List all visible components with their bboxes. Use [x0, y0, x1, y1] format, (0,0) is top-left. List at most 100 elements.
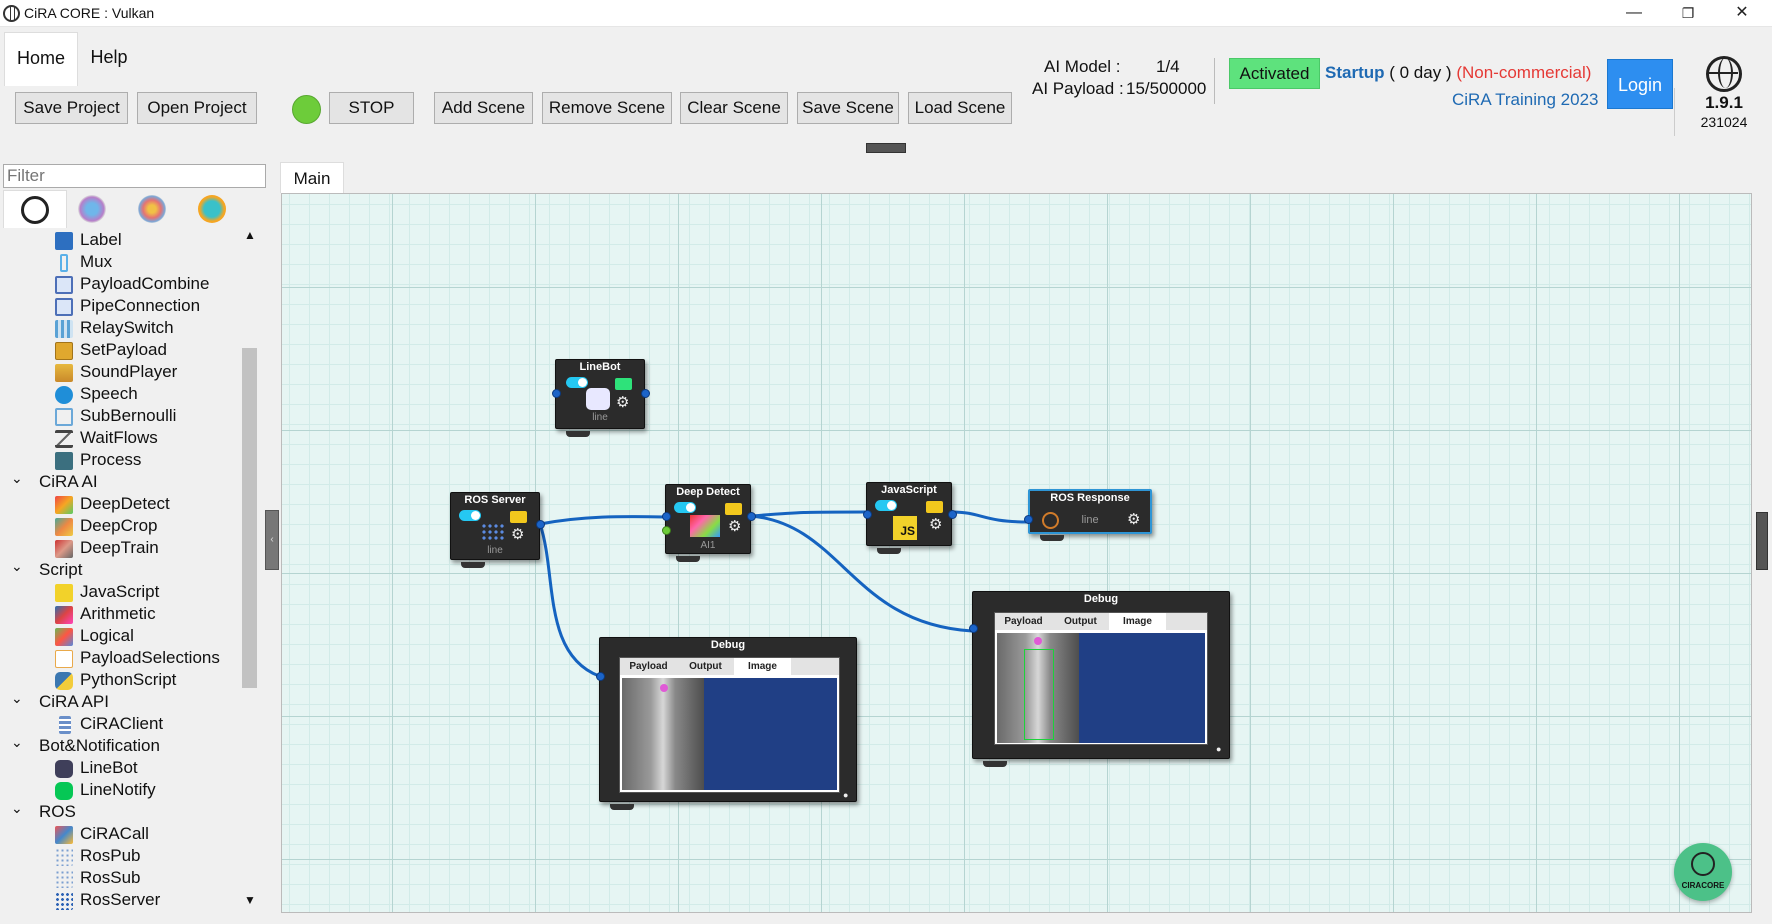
status-divider — [1214, 58, 1215, 104]
node-toggle[interactable] — [674, 502, 696, 513]
title-bar: CiRA CORE : Vulkan — ❐ ✕ — [0, 0, 1772, 27]
input-port[interactable] — [863, 510, 872, 519]
wire-javascript-rosresponse — [951, 510, 1029, 524]
cira-globe-icon — [3, 5, 20, 22]
scrollbar-thumb[interactable] — [242, 348, 257, 688]
toolbar-splitter-handle[interactable] — [866, 143, 906, 153]
node-toggle[interactable] — [875, 500, 897, 511]
run-status-indicator — [292, 95, 321, 124]
output-port[interactable] — [536, 520, 545, 529]
output-port[interactable] — [948, 510, 957, 519]
status-flag — [510, 511, 527, 523]
scroll-down-icon[interactable]: ▼ — [244, 893, 256, 907]
settings-gear-icon[interactable]: ⚙ — [1127, 512, 1140, 527]
resize-handle[interactable]: ● — [1216, 742, 1221, 757]
right-panel-handle[interactable] — [1756, 512, 1768, 570]
stop-button[interactable]: STOP — [329, 92, 414, 124]
category-tab-core[interactable] — [3, 190, 67, 228]
window-title: CiRA CORE : Vulkan — [24, 5, 155, 21]
settings-gear-icon[interactable]: ⚙ — [616, 395, 629, 410]
login-button[interactable]: Login — [1607, 59, 1673, 109]
tab-main[interactable]: Main — [280, 162, 344, 193]
debug-tab-image[interactable]: Image — [734, 658, 791, 675]
tree-scrollbar[interactable]: ▲ ▼ — [240, 228, 260, 911]
ciracore-fab-button[interactable]: CIRACORE — [1674, 843, 1732, 901]
node-deep-detect[interactable]: Deep Detect ⚙ AI1 — [662, 484, 756, 562]
debug-tab-output[interactable]: Output — [677, 658, 734, 675]
js-icon: JS — [893, 516, 917, 540]
ai-model-value: 1/4 — [1156, 57, 1180, 76]
terminal-icon — [55, 452, 73, 470]
ai-model-label: AI Model : — [1044, 57, 1121, 76]
rosserver-icon — [55, 892, 73, 910]
clear-scene-button[interactable]: Clear Scene — [680, 92, 788, 124]
deeptrain-icon — [55, 540, 73, 558]
app-window: CiRA CORE : Vulkan — ❐ ✕ Home Help AI Mo… — [0, 0, 1772, 924]
status-flag — [615, 378, 632, 390]
node-javascript[interactable]: JavaScript JS ⚙ — [863, 482, 957, 554]
ai-payload-value: 15/500000 — [1126, 79, 1207, 98]
category-tab-book[interactable] — [181, 190, 245, 228]
settings-gear-icon[interactable]: ⚙ — [929, 517, 942, 532]
menu-help-tab[interactable]: Help — [78, 32, 140, 86]
rosserver-icon — [481, 523, 505, 541]
resize-handle[interactable]: ● — [843, 788, 848, 803]
output-port[interactable] — [747, 512, 756, 521]
node-debug-1[interactable]: Debug Payload Output Image ● — [596, 637, 857, 810]
hourglass-icon — [55, 430, 73, 448]
filter-input[interactable] — [3, 164, 266, 188]
minimize-button[interactable]: — — [1608, 0, 1660, 27]
node-tree: Label Mux PayloadCombine PipeConnection … — [3, 228, 240, 911]
build-label: 231024 — [1700, 114, 1748, 130]
debug-panel: Payload Output Image — [994, 612, 1208, 745]
node-debug-2[interactable]: Debug Payload Output Image ● — [969, 591, 1230, 767]
add-scene-button[interactable]: Add Scene — [434, 92, 533, 124]
settings-gear-icon[interactable]: ⚙ — [728, 519, 741, 534]
node-ros-response[interactable]: ROS Response line ⚙ — [1024, 489, 1152, 541]
input-port[interactable] — [1024, 515, 1033, 524]
detection-box — [1024, 649, 1054, 740]
sidebar-collapse-handle[interactable]: ‹ — [265, 510, 279, 570]
remove-scene-button[interactable]: Remove Scene — [542, 92, 672, 124]
input-port[interactable] — [969, 624, 978, 633]
debug-tab-payload[interactable]: Payload — [995, 613, 1052, 630]
flow-canvas[interactable]: LineBot ⚙ line ROS Server ⚙ line Deep De… — [281, 193, 1752, 913]
node-ros-server[interactable]: ROS Server ⚙ line — [450, 492, 545, 568]
settings-gear-icon[interactable]: ⚙ — [511, 527, 524, 542]
category-tab-network[interactable] — [61, 190, 125, 228]
node-toggle[interactable] — [566, 377, 588, 388]
menu-bar: Home Help AI Model : 1/4 AI Payload : 15… — [0, 28, 1772, 109]
debug-tab-payload[interactable]: Payload — [620, 658, 677, 675]
save-project-button[interactable]: Save Project — [15, 92, 128, 124]
status-flag — [926, 501, 943, 513]
combine-icon — [55, 276, 73, 294]
save-scene-button[interactable]: Save Scene — [797, 92, 899, 124]
globe-icon — [21, 196, 49, 224]
mux-icon — [60, 254, 68, 272]
input-port-2[interactable] — [662, 526, 671, 535]
input-port[interactable] — [596, 672, 605, 681]
debug-tab-output[interactable]: Output — [1052, 613, 1109, 630]
category-tab-robot[interactable] — [121, 190, 185, 228]
scroll-up-icon[interactable]: ▲ — [244, 228, 256, 242]
open-project-button[interactable]: Open Project — [137, 92, 257, 124]
ai-payload-label: AI Payload : — [1032, 79, 1124, 98]
wire-deepdetect-javascript — [750, 510, 867, 518]
relay-icon — [55, 320, 73, 338]
input-port[interactable] — [662, 512, 671, 521]
close-button[interactable]: ✕ — [1716, 0, 1768, 27]
linebot-icon — [55, 760, 73, 778]
node-toggle[interactable] — [459, 510, 481, 521]
output-port[interactable] — [641, 389, 650, 398]
restore-button[interactable]: ❐ — [1662, 0, 1714, 27]
node-linebot[interactable]: LineBot ⚙ line — [552, 359, 650, 437]
debug-tabs: Payload Output Image — [620, 658, 839, 675]
menu-home-tab[interactable]: Home — [4, 32, 78, 86]
load-scene-button[interactable]: Load Scene — [908, 92, 1012, 124]
input-port[interactable] — [552, 389, 561, 398]
license-status: Startup ( 0 day ) (Non-commercial) — [1325, 63, 1591, 83]
python-icon — [55, 672, 73, 690]
debug-tab-image[interactable]: Image — [1109, 613, 1166, 630]
globe-icon — [1691, 852, 1715, 876]
version-label: 1.9.1 — [1705, 93, 1743, 112]
